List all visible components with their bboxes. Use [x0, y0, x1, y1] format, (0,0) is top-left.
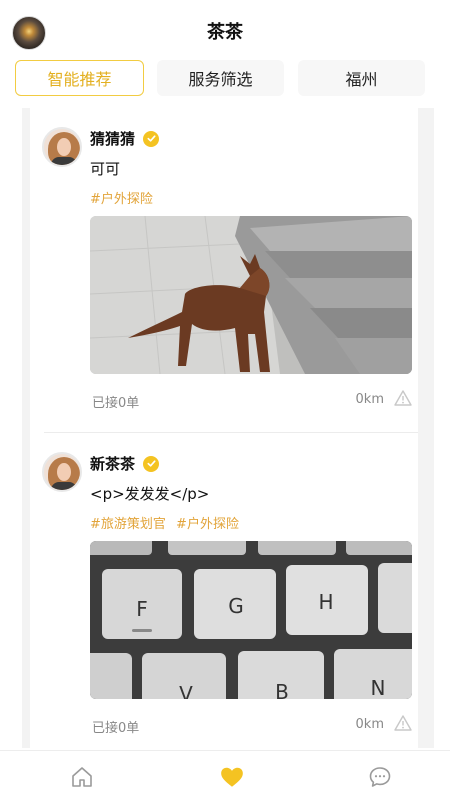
svg-text:V: V — [179, 682, 193, 699]
divider — [44, 432, 418, 433]
home-icon[interactable] — [68, 763, 96, 791]
tab-service-filter[interactable]: 服务筛选 — [157, 60, 284, 96]
author-name[interactable]: 新茶茶 — [90, 453, 135, 474]
header: 茶茶 — [0, 0, 450, 60]
brown-dog-photo[interactable] — [90, 216, 412, 374]
feed[interactable]: 猜猜猜 可可 #户外探险 已接0单 0km 新茶茶 <p>发发发</p> #旅游… — [22, 108, 434, 748]
svg-text:F: F — [136, 597, 148, 621]
post-content: <p>发发发</p> — [90, 485, 210, 503]
avatar[interactable] — [42, 127, 82, 167]
svg-text:G: G — [228, 594, 244, 618]
orders-count: 已接0单 — [92, 721, 140, 736]
post-tag[interactable]: #旅游策划官 — [90, 517, 166, 532]
tab-city[interactable]: 福州 — [298, 60, 425, 96]
distance: 0km — [355, 717, 384, 732]
report-warning-icon[interactable] — [394, 714, 412, 732]
post-tags: #户外探险 — [90, 188, 159, 207]
distance: 0km — [355, 392, 384, 407]
heart-icon[interactable] — [218, 763, 246, 791]
report-warning-icon[interactable] — [394, 389, 412, 407]
post-author-row: 新茶茶 — [90, 453, 160, 474]
post-tags: #旅游策划官 #户外探险 — [90, 513, 245, 532]
keyboard-photo[interactable]: F G H V B N — [90, 541, 412, 699]
tab-bar: 智能推荐 服务筛选 福州 — [0, 58, 450, 100]
svg-text:N: N — [371, 676, 386, 699]
verified-check-icon — [143, 455, 160, 472]
post-content: 可可 — [90, 160, 121, 178]
svg-text:H: H — [318, 590, 333, 614]
tab-smart-recommend[interactable]: 智能推荐 — [15, 60, 144, 96]
post-author-row: 猜猜猜 — [90, 128, 160, 149]
bottom-nav — [0, 750, 450, 800]
verified-check-icon — [143, 130, 160, 147]
chat-icon[interactable] — [366, 763, 394, 791]
post-card[interactable]: 猜猜猜 可可 #户外探险 已接0单 0km — [30, 120, 418, 420]
feed-panel: 猜猜猜 可可 #户外探险 已接0单 0km 新茶茶 <p>发发发</p> #旅游… — [30, 108, 418, 748]
avatar[interactable] — [42, 452, 82, 492]
page-title: 茶茶 — [207, 22, 243, 43]
orders-count: 已接0单 — [92, 396, 140, 411]
author-name[interactable]: 猜猜猜 — [90, 128, 135, 149]
post-card[interactable]: 新茶茶 <p>发发发</p> #旅游策划官 #户外探险 F G H V B N … — [30, 445, 418, 745]
post-tag[interactable]: #户外探险 — [176, 517, 239, 532]
post-tag[interactable]: #户外探险 — [90, 192, 153, 207]
svg-text:B: B — [275, 680, 289, 699]
